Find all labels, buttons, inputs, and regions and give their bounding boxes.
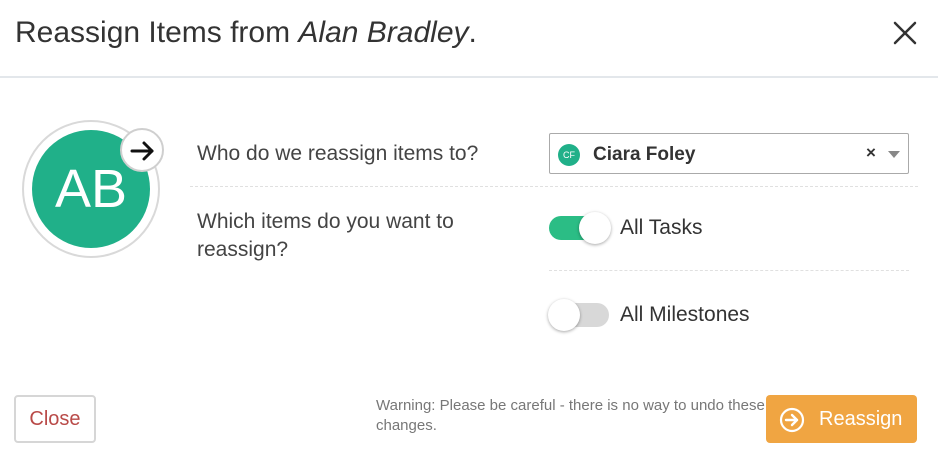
all-tasks-toggle[interactable] xyxy=(549,212,611,244)
assignee-question: Who do we reassign items to? xyxy=(197,142,479,165)
dialog-title: Reassign Items from Alan Bradley. xyxy=(15,16,477,50)
all-milestones-label: All Milestones xyxy=(620,303,750,326)
toggle-knob xyxy=(548,299,580,331)
assignee-select-value: Ciara Foley xyxy=(593,144,696,165)
reassign-button[interactable]: Reassign xyxy=(766,395,917,443)
close-icon[interactable] xyxy=(890,18,920,48)
items-question: Which items do you want to reassign? xyxy=(197,210,454,261)
toggle-knob xyxy=(579,212,611,244)
assignee-avatar-badge: CF xyxy=(558,144,580,166)
arrow-circle-right-icon xyxy=(779,407,805,439)
toggle-divider xyxy=(549,270,909,271)
reassign-label: Reassign xyxy=(819,408,903,430)
dialog-header: Reassign Items from Alan Bradley. xyxy=(0,0,938,78)
row-divider xyxy=(190,186,918,187)
clear-selection-button[interactable]: × xyxy=(866,143,876,163)
title-suffix: . xyxy=(468,16,477,49)
close-button[interactable]: Close xyxy=(14,395,96,443)
all-milestones-toggle[interactable] xyxy=(548,299,609,331)
chevron-down-icon[interactable] xyxy=(888,151,900,158)
title-prefix: Reassign Items from xyxy=(15,16,299,49)
all-tasks-label: All Tasks xyxy=(620,216,703,239)
arrow-right-icon xyxy=(120,128,164,172)
title-user-name: Alan Bradley xyxy=(298,16,469,49)
assignee-select[interactable]: CF Ciara Foley × xyxy=(549,133,909,174)
warning-text: Warning: Please be careful - there is no… xyxy=(376,397,765,434)
